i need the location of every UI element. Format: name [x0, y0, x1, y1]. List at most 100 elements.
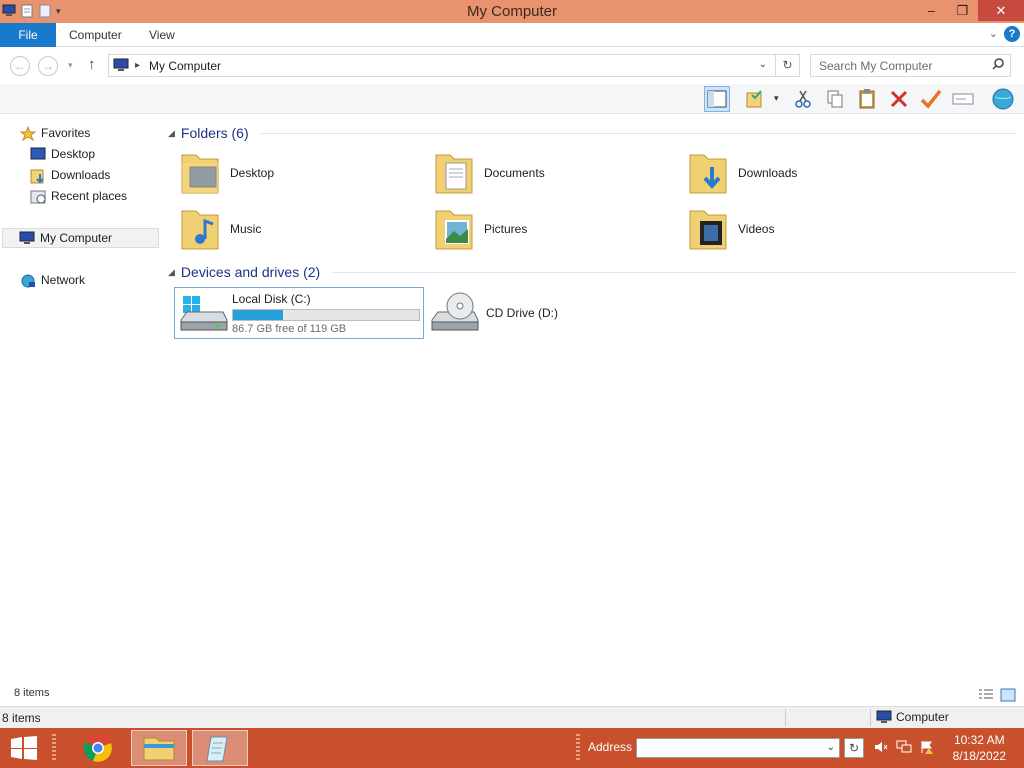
cd-drive-icon	[431, 292, 479, 331]
sidebar-item-favorites[interactable]: Favorites	[19, 123, 157, 143]
rename-button[interactable]	[950, 86, 976, 112]
help-icon[interactable]: ?	[1004, 26, 1020, 42]
status-bar: 8 items	[0, 686, 1024, 706]
network-icon	[20, 273, 36, 288]
sidebar-item-label: Recent places	[51, 189, 128, 203]
sidebar-item-downloads[interactable]: Downloads	[30, 165, 157, 185]
sidebar-item-label: My Computer	[40, 231, 113, 245]
videos-folder-icon	[689, 210, 727, 250]
file-explorer-icon	[143, 737, 175, 761]
ribbon-tabs: File Computer View ⌄ ?	[0, 23, 1024, 47]
start-button[interactable]	[10, 736, 38, 760]
maximize-button[interactable]: ❐	[947, 0, 978, 21]
computer-icon	[113, 58, 129, 72]
zone-indicator: Computer	[876, 710, 949, 724]
drive-usage-fill	[233, 309, 284, 320]
sidebar-item-my-computer[interactable]: My Computer	[2, 228, 159, 248]
taskbar-clock[interactable]: 10:32 AM 8/18/2022	[953, 732, 1006, 764]
desktop-folder-icon	[181, 154, 219, 194]
expand-ribbon-icon[interactable]: ⌄	[989, 27, 998, 40]
minimize-button[interactable]: ‒	[916, 0, 947, 21]
drive-c[interactable]: Local Disk (C:) 86.7 GB free of 119 GB	[174, 287, 424, 339]
collapse-triangle-icon[interactable]: ◢	[168, 267, 175, 278]
preview-pane-button[interactable]	[704, 86, 730, 112]
folder-label: Documents	[484, 166, 545, 180]
folder-music[interactable]: Music	[178, 203, 428, 255]
folder-label: Music	[230, 222, 262, 236]
delete-button[interactable]	[886, 86, 912, 112]
divider	[870, 709, 871, 726]
details-view-icon[interactable]	[978, 688, 994, 705]
navigation-pane: Favorites Desktop Downloads Recent place…	[0, 115, 160, 686]
navigation-bar: ← → ▾ ↑ ▸ My Computer ⌄ ↻ Search My Comp…	[0, 48, 1024, 82]
refresh-button[interactable]: ↻	[775, 55, 799, 76]
window-status-bar: 8 items Computer	[0, 706, 1024, 728]
properties-button[interactable]	[742, 86, 768, 112]
folder-pictures[interactable]: Pictures	[432, 203, 682, 255]
computer-icon	[19, 231, 35, 245]
folder-label: Videos	[738, 222, 775, 236]
folder-videos[interactable]: Videos	[686, 203, 936, 255]
check-icon[interactable]	[918, 86, 944, 112]
tab-file[interactable]: File	[0, 23, 56, 47]
search-placeholder: Search My Computer	[819, 59, 933, 73]
sidebar-item-recent-places[interactable]: Recent places	[30, 186, 157, 206]
network-status-icon[interactable]	[896, 740, 912, 757]
address-dropdown-icon[interactable]: ⌄	[827, 742, 835, 753]
divider	[785, 709, 786, 726]
cut-button[interactable]	[790, 86, 816, 112]
content-pane: ◢ Folders (6) Desktop Documents Download…	[160, 115, 1024, 686]
drive-usage-bar	[232, 308, 420, 321]
search-input[interactable]: Search My Computer	[810, 54, 1011, 77]
tab-view[interactable]: View	[149, 28, 175, 42]
taskbar-address-input[interactable]: ⌄	[636, 738, 840, 758]
chrome-icon	[83, 734, 112, 762]
sidebar-item-network[interactable]: Network	[20, 270, 157, 290]
folder-label: Pictures	[484, 222, 528, 236]
recent-locations-icon[interactable]: ▾	[68, 60, 73, 71]
network-globe-icon[interactable]	[990, 86, 1016, 112]
address-bar[interactable]: ▸ My Computer ⌄ ↻	[108, 54, 800, 77]
forward-button[interactable]: →	[38, 56, 58, 76]
taskbar-refresh-button[interactable]: ↻	[844, 738, 864, 758]
file-explorer-taskbar-button[interactable]	[131, 730, 187, 766]
back-button[interactable]: ←	[10, 56, 30, 76]
properties-dropdown-icon[interactable]: ▾	[774, 93, 779, 104]
collapse-triangle-icon[interactable]: ◢	[168, 128, 175, 139]
star-icon	[19, 125, 37, 142]
sidebar-item-desktop[interactable]: Desktop	[30, 144, 157, 164]
breadcrumb-separator-icon[interactable]: ▸	[135, 60, 140, 71]
toolbar-grip[interactable]	[576, 734, 580, 762]
up-button[interactable]: ↑	[88, 56, 96, 73]
hard-drive-icon	[180, 296, 228, 331]
search-icon	[992, 58, 1004, 73]
divider	[260, 133, 1016, 134]
folder-desktop[interactable]: Desktop	[178, 147, 428, 199]
folder-documents[interactable]: Documents	[432, 147, 682, 199]
chrome-taskbar-button[interactable]	[70, 730, 126, 766]
action-center-warning-icon[interactable]	[920, 740, 934, 757]
clock-time: 10:32 AM	[953, 733, 1005, 747]
sidebar-item-label: Desktop	[51, 147, 96, 161]
folders-group-header[interactable]: ◢ Folders (6)	[168, 125, 249, 141]
volume-muted-icon[interactable]	[874, 740, 888, 757]
clock-date: 8/18/2022	[952, 749, 1006, 763]
address-dropdown-icon[interactable]: ⌄	[759, 59, 767, 70]
close-button[interactable]: ✕	[978, 0, 1024, 21]
paste-button[interactable]	[854, 86, 880, 112]
taskbar: Address ⌄ ↻ 10:32 AM 8/18/2022	[0, 728, 1024, 768]
drive-label: CD Drive (D:)	[486, 306, 558, 320]
devices-group-header[interactable]: ◢ Devices and drives (2)	[168, 264, 320, 280]
folder-downloads[interactable]: Downloads	[686, 147, 936, 199]
sidebar-item-label: Downloads	[51, 168, 111, 182]
drive-d[interactable]: CD Drive (D:)	[428, 287, 678, 339]
system-tray	[874, 740, 934, 757]
large-icons-view-icon[interactable]	[1000, 688, 1016, 705]
downloads-icon	[30, 168, 46, 184]
copy-button[interactable]	[822, 86, 848, 112]
taskbar-grip[interactable]	[52, 734, 56, 762]
tab-computer[interactable]: Computer	[69, 28, 122, 42]
title-bar: ▾ My Computer ‒ ❐ ✕	[0, 0, 1024, 23]
group-title: Devices and drives (2)	[180, 264, 321, 280]
notepad-taskbar-button[interactable]	[192, 730, 248, 766]
